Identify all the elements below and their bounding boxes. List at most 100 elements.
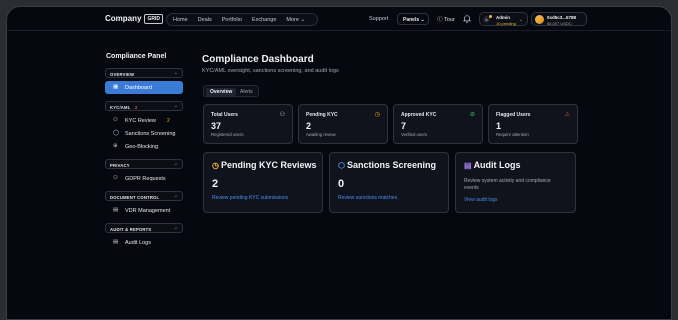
notification-dot xyxy=(489,15,492,18)
panel-value: 0 xyxy=(338,178,345,190)
chevron-down-icon: ⌄ xyxy=(518,17,523,23)
panel-value: 2 xyxy=(212,178,219,190)
support-link[interactable]: Support xyxy=(369,16,388,22)
section-label: KYC/AML xyxy=(110,104,131,110)
panel-title: ▤ Audit Logs xyxy=(464,160,521,170)
section-overview[interactable]: OVERVIEW ⌄ xyxy=(105,68,183,78)
check-circle-icon: ⊘ xyxy=(469,112,475,118)
chevron-down-icon: ⌄ xyxy=(173,103,178,109)
sidebar-item-label: Dashboard xyxy=(125,84,152,91)
panel-title: ⬡ Sanctions Screening xyxy=(338,160,436,170)
sidebar-item-vdr[interactable]: ▤ VDR Management xyxy=(105,204,183,217)
stat-card-pending-kyc: Pending KYC ◷ 2 Awaiting review xyxy=(298,104,388,144)
admin-name: Admin xyxy=(496,15,510,20)
globe-icon: ⊕ xyxy=(113,143,118,149)
section-kyc-aml[interactable]: KYC/AML 2 ⌄ xyxy=(105,101,183,111)
section-label: DOCUMENT CONTROL xyxy=(110,194,160,200)
section-audit-reports[interactable]: AUDIT & REPORTS ⌄ xyxy=(105,223,183,233)
stat-value: 1 xyxy=(496,121,502,131)
sidebar-item-audit-logs[interactable]: ▤ Audit Logs xyxy=(105,236,183,249)
sidebar-item-label: VDR Management xyxy=(125,207,171,214)
tab-alerts[interactable]: Alerts xyxy=(236,88,257,96)
file-icon: ▤ xyxy=(113,239,119,245)
sidebar-item-dashboard[interactable]: ▦ Dashboard xyxy=(105,81,183,94)
section-document-control[interactable]: DOCUMENT CONTROL ⌄ xyxy=(105,191,183,201)
stat-caption: Awaiting review xyxy=(306,132,336,137)
chevron-down-icon: ⌄ xyxy=(173,225,178,231)
stat-title: Total Users xyxy=(211,112,238,118)
count-badge: 2 xyxy=(167,117,170,124)
wallet-avatar xyxy=(535,15,544,24)
section-label: OVERVIEW xyxy=(110,71,135,77)
tab-bar: Overview Alerts xyxy=(203,85,259,97)
section-privacy[interactable]: PRIVACY ⌄ xyxy=(105,159,183,169)
chevron-down-icon: ⌄ xyxy=(173,70,178,76)
panel-description: Review system activity and compliance ev… xyxy=(464,178,551,191)
nav-more[interactable]: More ⌄ xyxy=(286,17,305,23)
stat-caption: Require attention xyxy=(496,132,529,137)
top-bar: Company GRID Home Deals Portfolio Exchang… xyxy=(7,7,671,31)
nav-exchange[interactable]: Exchange xyxy=(252,17,276,23)
file-icon: ▤ xyxy=(464,161,472,170)
sidebar-title: Compliance Panel xyxy=(106,53,167,60)
app-window: Company GRID Home Deals Portfolio Exchang… xyxy=(6,6,672,320)
users-icon: ⚇ xyxy=(279,112,285,118)
users-icon: ⚇ xyxy=(113,117,118,123)
sidebar-item-geo-blocking[interactable]: ⊕ Geo-Blocking xyxy=(105,140,183,153)
stat-title: Pending KYC xyxy=(306,112,338,118)
page-title: Compliance Dashboard xyxy=(202,54,314,65)
panel-pending-kyc-reviews[interactable]: ◷ Pending KYC Reviews 2 Review pending KY… xyxy=(203,152,323,213)
bell-icon[interactable] xyxy=(463,14,471,23)
panels-dropdown[interactable]: Panels ⌄ xyxy=(397,13,429,25)
view-audit-logs-link[interactable]: View audit logs xyxy=(464,197,498,203)
panel-title: ◷ Pending KYC Reviews xyxy=(212,160,317,170)
panel-sanctions-screening[interactable]: ⬡ Sanctions Screening 0 Review sanctions … xyxy=(329,152,449,213)
sidebar-item-kyc-review[interactable]: ⚇ KYC Review 2 xyxy=(105,114,183,127)
page-subtitle: KYC/AML oversight, sanctions screening, … xyxy=(202,68,339,74)
wallet-address: 0xd5c3...5788 xyxy=(547,15,577,20)
stat-card-approved-kyc: Approved KYC ⊘ 7 Verified users xyxy=(393,104,483,144)
panel-title-text: Pending KYC Reviews xyxy=(220,160,317,170)
warning-icon: ⚠ xyxy=(564,112,570,118)
user-check-icon: ⚇ xyxy=(113,175,118,181)
panel-title-text: Audit Logs xyxy=(473,160,521,170)
admin-menu[interactable]: A Admin 10 pending ⌄ xyxy=(479,12,528,26)
tour-button[interactable]: ⓘ Tour xyxy=(437,15,455,23)
brand-badge: GRID xyxy=(144,14,163,24)
main-nav: Home Deals Portfolio Exchange More ⌄ xyxy=(166,13,318,26)
sidebar-item-gdpr[interactable]: ⚇ GDPR Requests xyxy=(105,172,183,185)
section-label: AUDIT & REPORTS xyxy=(110,226,152,232)
shield-icon: ⬡ xyxy=(338,161,345,170)
brand-logo[interactable]: Company GRID xyxy=(105,14,163,24)
admin-pending-count: 10 pending xyxy=(496,21,516,26)
review-pending-link[interactable]: Review pending KYC submissions xyxy=(212,195,288,201)
clock-icon: ◷ xyxy=(374,112,380,118)
sidebar-item-label: GDPR Requests xyxy=(125,175,166,182)
file-icon: ▤ xyxy=(113,207,119,213)
brand-name: Company xyxy=(105,14,142,23)
nav-deals[interactable]: Deals xyxy=(198,17,212,23)
section-count-badge: 2 xyxy=(135,104,138,110)
wallet-button[interactable]: 0xd5c3...5788 $5,007 USDC xyxy=(531,12,587,26)
stat-card-flagged-users: Flagged Users ⚠ 1 Require attention xyxy=(488,104,578,144)
stat-value: 2 xyxy=(306,121,312,131)
clock-icon: ◷ xyxy=(212,161,219,170)
nav-portfolio[interactable]: Portfolio xyxy=(222,17,242,23)
stat-card-total-users: Total Users ⚇ 37 Registered users xyxy=(203,104,293,144)
chevron-down-icon: ⌄ xyxy=(173,193,178,199)
stat-title: Approved KYC xyxy=(401,112,437,118)
sidebar-item-sanctions[interactable]: ◯ Sanctions Screening xyxy=(105,127,183,140)
panel-audit-logs[interactable]: ▤ Audit Logs Review system activity and c… xyxy=(455,152,576,213)
nav-home[interactable]: Home xyxy=(173,17,188,23)
panel-title-text: Sanctions Screening xyxy=(346,160,437,170)
stat-value: 37 xyxy=(211,121,222,131)
stat-title: Flagged Users xyxy=(496,112,531,118)
tab-overview[interactable]: Overview xyxy=(206,88,237,96)
tour-label: Tour xyxy=(443,17,455,23)
review-sanctions-link[interactable]: Review sanctions matches xyxy=(338,195,397,201)
stat-value: 7 xyxy=(401,121,407,131)
wallet-balance: $5,007 USDC xyxy=(547,21,572,26)
section-label: PRIVACY xyxy=(110,162,130,168)
shield-icon: ◯ xyxy=(113,130,120,136)
sidebar-item-label: Geo-Blocking xyxy=(125,143,159,150)
